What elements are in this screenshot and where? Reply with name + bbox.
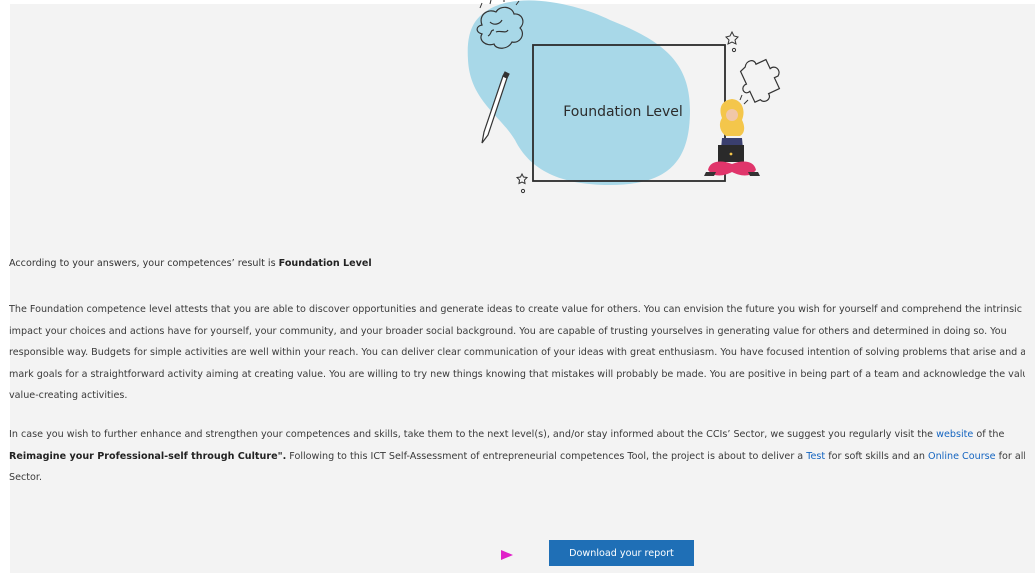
puzzle-icon: [739, 58, 781, 104]
result-line: According to your answers, your competen…: [9, 258, 1025, 269]
description-line: impact your choices and actions have for…: [9, 325, 1007, 337]
woman-laptop-figure: [704, 94, 760, 176]
description-line: mark goals for a straightforward activit…: [9, 368, 1025, 380]
download-report-button[interactable]: Download your report: [549, 540, 694, 566]
next-steps-line-3: Sector.: [9, 472, 43, 483]
website-link[interactable]: website: [936, 429, 973, 440]
online-course-link[interactable]: Online Course: [928, 451, 996, 462]
next-steps-text: of the: [973, 429, 1005, 440]
next-steps-line-2: Reimagine your Professional-self through…: [9, 446, 1025, 468]
description-line: responsible way. Budgets for simple acti…: [9, 347, 1025, 358]
result-prefix: According to your answers, your competen…: [9, 258, 279, 269]
next-steps-text: In case you wish to further enhance and …: [9, 429, 937, 440]
illustration-label: Foundation Level: [563, 104, 683, 120]
test-link[interactable]: Test: [806, 451, 825, 462]
description-line: value-creating activities.: [9, 390, 128, 401]
description-line: The Foundation competence level attests …: [9, 304, 1023, 315]
next-steps-text: for all new or: [998, 450, 1025, 462]
project-title: Reimagine your Professional-self through…: [9, 450, 287, 462]
next-steps-text: Following to this ICT Self-Assessment of…: [286, 450, 807, 462]
result-level: Foundation Level: [278, 258, 372, 269]
level-description-paragraph: The Foundation competence level attests …: [9, 299, 1025, 407]
pointer-cursor-icon: [501, 550, 513, 560]
next-steps-text: for soft skills and an: [825, 450, 929, 462]
next-steps-line-1: In case you wish to further enhance and …: [9, 424, 1025, 446]
next-steps-paragraph: In case you wish to further enhance and …: [9, 424, 1025, 489]
foundation-illustration: [467, 0, 781, 194]
